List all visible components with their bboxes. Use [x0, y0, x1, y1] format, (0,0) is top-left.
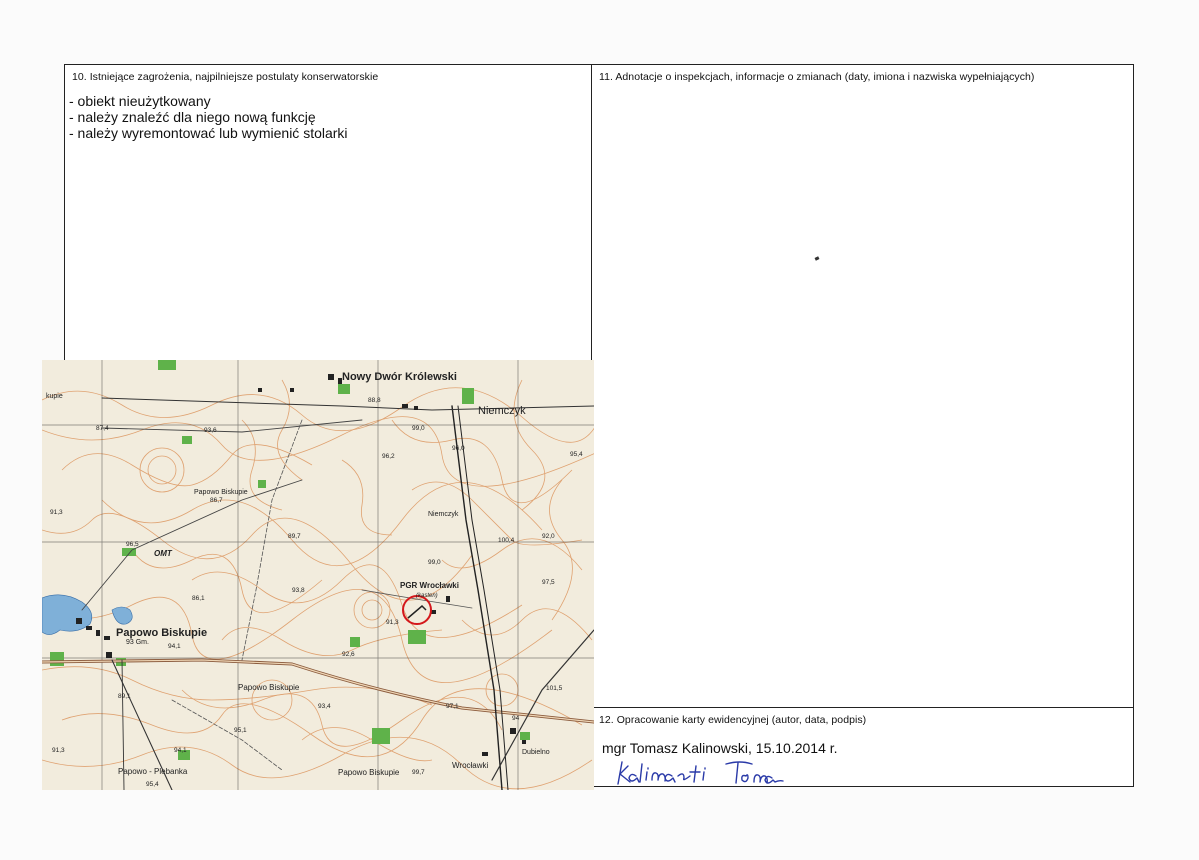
elevation-label: 92,0: [542, 533, 555, 540]
section-11-annotations: 11. Adnotacje o inspekcjach, informacje …: [591, 64, 1134, 708]
elevation-label: 94: [512, 715, 520, 722]
section-12-author: 12. Opracowanie karty ewidencyjnej (auto…: [591, 707, 1134, 787]
map-label-niemczyk: Niemczyk: [478, 405, 526, 417]
elevation-label: 95,4: [570, 451, 583, 458]
author-line: mgr Tomasz Kalinowski, 15.10.2014 r.: [602, 740, 838, 756]
elevation-label: 86,7: [210, 497, 223, 504]
elevation-label: 92,6: [342, 651, 355, 658]
elevation-label: 96,5: [126, 541, 139, 548]
elevation-label: 96,2: [382, 453, 395, 460]
map-canvas: Nowy Dwór Królewski Niemczyk Niemczyk Pa…: [42, 360, 594, 790]
map-label-omt: OMT: [154, 549, 173, 558]
elevation-label: 88,8: [368, 397, 381, 404]
map-label-nowy-dwor: Nowy Dwór Królewski: [342, 371, 457, 383]
elevation-label: 96,0: [452, 445, 465, 452]
map-label-kupie: kupie: [46, 393, 63, 400]
elevation-label: 89,1: [118, 693, 131, 700]
topographic-map: Nowy Dwór Królewski Niemczyk Niemczyk Pa…: [42, 360, 594, 790]
elevation-label: 97,1: [446, 703, 459, 710]
handwritten-signature: [617, 761, 784, 785]
elevation-label: 99,0: [412, 425, 425, 432]
elevation-label: 87,4: [96, 425, 109, 432]
threats-list: - obiekt nieużytkowany - należy znaleźć …: [69, 93, 348, 141]
elevation-label: 94,1: [174, 747, 187, 754]
map-label-kasten: (kasten): [416, 593, 438, 599]
elevation-label: 91,3: [50, 509, 63, 516]
elevation-label: 95,4: [146, 781, 159, 788]
map-label-papowo-mid: Papowo Biskupie: [238, 683, 300, 692]
map-label-niemczyk-small: Niemczyk: [428, 511, 459, 518]
map-label-gm: 93 Gm.: [126, 639, 149, 646]
elevation-label: 97,5: [542, 579, 555, 586]
section-10-heading: 10. Istniejące zagrożenia, najpilniejsze…: [72, 71, 379, 83]
elevation-label: 95,1: [234, 727, 247, 734]
elevation-label: 94,1: [168, 643, 181, 650]
elevation-label: 99,0: [428, 559, 441, 566]
map-label-papowo-biskupie: Papowo Biskupie: [116, 627, 207, 639]
map-label-dubielno: Dubielno: [522, 749, 550, 756]
elevation-label: 100,4: [498, 537, 515, 544]
list-item: - należy wyremontować lub wymienić stola…: [69, 125, 348, 141]
map-label-papowo-plebanka: Papowo - Plebanka: [118, 767, 188, 776]
map-label-pgr: PGR Wrocławki: [400, 581, 459, 590]
section-12-heading: 12. Opracowanie karty ewidencyjnej (auto…: [599, 714, 867, 726]
elevation-label: 93,6: [204, 427, 217, 434]
elevation-label: 91,3: [52, 747, 65, 754]
elevation-label: 99,7: [412, 769, 425, 776]
elevation-label: 93,4: [318, 703, 331, 710]
elevation-label: 101,5: [546, 685, 563, 692]
list-item: - należy znaleźć dla niego nową funkcję: [69, 109, 316, 125]
section-10-threats: 10. Istniejące zagrożenia, najpilniejsze…: [64, 64, 592, 362]
elevation-label: 91,3: [386, 619, 399, 626]
section-11-heading: 11. Adnotacje o inspekcjach, informacje …: [599, 71, 1035, 83]
list-item: - obiekt nieużytkowany: [69, 93, 211, 109]
elevation-label: 93,8: [292, 587, 305, 594]
map-label-wroclawki: Wrocławki: [452, 761, 489, 770]
map-label-papowo-bottom: Papowo Biskupie: [338, 768, 400, 777]
elevation-label: 89,7: [288, 533, 301, 540]
elevation-label: 86,1: [192, 595, 205, 602]
map-label-papowo-top: Papowo Biskupie: [194, 489, 248, 496]
